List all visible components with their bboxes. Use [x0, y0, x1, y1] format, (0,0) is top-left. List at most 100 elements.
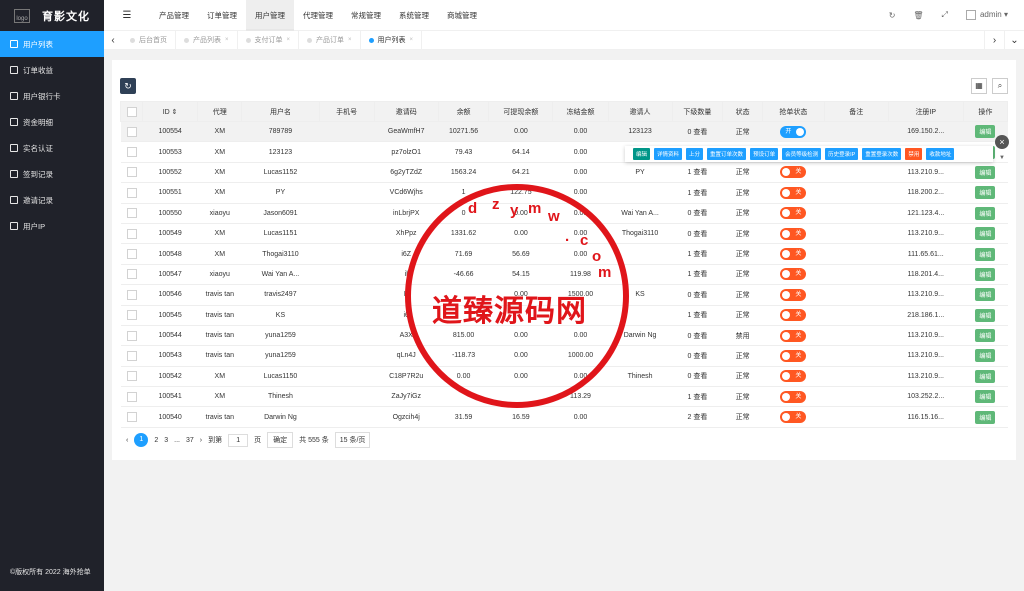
sidebar-item[interactable]: 邀请记录	[0, 187, 104, 213]
page-number[interactable]: ...	[174, 437, 180, 444]
edit-button[interactable]: 编辑	[975, 390, 996, 404]
page-number[interactable]: 3	[164, 437, 168, 444]
grab-order-toggle[interactable]: 关	[780, 166, 807, 179]
grab-order-toggle[interactable]: 关	[780, 370, 807, 383]
row-action-button[interactable]: 收款地址	[926, 148, 955, 160]
menu-toggle-icon[interactable]: ☰	[104, 10, 150, 21]
edit-button[interactable]: 编辑	[975, 186, 996, 200]
tab-item[interactable]: 用户列表 ×	[361, 30, 423, 50]
prev-page-icon[interactable]: ‹	[126, 437, 128, 444]
tab-close-icon[interactable]: ×	[225, 37, 229, 43]
row-action-button[interactable]: 重置订单次数	[707, 148, 747, 160]
grab-order-toggle[interactable]: 关	[780, 309, 807, 322]
cell-text[interactable]: 0 查看	[688, 231, 708, 238]
cell-text[interactable]: 0 查看	[688, 210, 708, 217]
grab-order-toggle[interactable]: 关	[780, 227, 807, 240]
top-nav-item[interactable]: 常规管理	[342, 0, 390, 31]
fullscreen-icon[interactable]: ⤢	[942, 10, 948, 20]
row-action-button[interactable]: 详情资料	[654, 148, 683, 160]
sidebar-item[interactable]: 资金明细	[0, 109, 104, 135]
sidebar-item[interactable]: 用户IP	[0, 213, 104, 239]
tab-close-icon[interactable]: ×	[410, 37, 414, 43]
sort-icon[interactable]: ⇕	[170, 109, 178, 116]
row-action-button[interactable]: 上分	[686, 148, 704, 160]
sidebar-item[interactable]: 实名认证	[0, 135, 104, 161]
grab-order-toggle[interactable]: 关	[780, 390, 807, 403]
edit-button[interactable]: 编辑	[975, 329, 996, 343]
cell-text[interactable]: 1 查看	[688, 190, 708, 197]
sidebar-item[interactable]: 签到记录	[0, 161, 104, 187]
search-icon[interactable]: ⌕	[992, 78, 1008, 94]
sidebar-item[interactable]: 订单收益	[0, 57, 104, 83]
tab-item[interactable]: 后台首页	[122, 30, 176, 50]
cell-text[interactable]: 1 查看	[688, 169, 708, 176]
cell-text[interactable]: 1 查看	[688, 394, 708, 401]
sidebar-item[interactable]: 用户列表	[0, 31, 104, 57]
tab-item[interactable]: 产品列表 ×	[176, 30, 238, 50]
row-action-button[interactable]: 重置登录次数	[862, 148, 902, 160]
goto-input[interactable]: 1	[228, 433, 249, 447]
edit-button[interactable]: 编辑	[975, 369, 996, 383]
grab-order-toggle[interactable]: 关	[780, 248, 807, 261]
user-menu[interactable]: admin ▾	[965, 10, 1008, 20]
row-checkbox[interactable]	[126, 228, 137, 239]
sidebar-item[interactable]: 用户银行卡	[0, 83, 104, 109]
tab-close-icon[interactable]: ×	[348, 37, 352, 43]
row-checkbox[interactable]	[126, 126, 137, 137]
row-checkbox[interactable]	[126, 412, 137, 423]
cell-text[interactable]: 1 查看	[688, 271, 708, 278]
edit-button[interactable]: 编辑	[975, 267, 996, 281]
cell-text[interactable]: 0 查看	[688, 333, 708, 340]
refresh-icon[interactable]: ↻	[120, 78, 136, 94]
tab-close-icon[interactable]: ×	[287, 37, 291, 43]
cell-text[interactable]: 1 查看	[688, 251, 708, 258]
page-number[interactable]: 1	[134, 433, 149, 447]
top-nav-item[interactable]: 商城管理	[438, 0, 486, 31]
next-page-icon[interactable]: ›	[200, 437, 202, 444]
edit-button[interactable]: 编辑	[975, 308, 996, 322]
row-checkbox[interactable]	[126, 391, 137, 402]
edit-button[interactable]: 编辑	[975, 349, 996, 363]
per-page-select[interactable]: 15 条/页	[334, 432, 371, 448]
tab-item[interactable]: 产品订单 ×	[299, 30, 361, 50]
edit-button[interactable]: 编辑	[975, 410, 996, 424]
row-action-button[interactable]: 预设订单	[750, 148, 779, 160]
tab-item[interactable]: 支付订单 ×	[238, 30, 300, 50]
close-icon[interactable]: ×	[995, 135, 1009, 149]
confirm-button[interactable]: 确定	[267, 432, 294, 448]
grab-order-toggle[interactable]: 关	[780, 268, 807, 281]
page-number[interactable]: 37	[186, 437, 194, 444]
row-checkbox[interactable]	[126, 310, 137, 321]
page-number[interactable]: 2	[154, 437, 158, 444]
row-checkbox[interactable]	[126, 208, 137, 219]
top-nav-item[interactable]: 用户管理	[246, 0, 294, 31]
refresh-page-icon[interactable]: ↻	[889, 11, 896, 20]
row-checkbox[interactable]	[126, 350, 137, 361]
tabs-menu-icon[interactable]: ⌄	[1004, 30, 1024, 50]
cell-text[interactable]: 0 查看	[688, 292, 708, 299]
grab-order-toggle[interactable]: 关	[780, 411, 807, 424]
row-checkbox[interactable]	[126, 147, 137, 158]
cell-text[interactable]: 2 查看	[688, 414, 708, 421]
row-checkbox[interactable]	[126, 187, 137, 198]
row-action-button[interactable]: 会员等级检测	[782, 148, 822, 160]
grab-order-toggle[interactable]: 关	[780, 288, 807, 301]
clear-cache-icon[interactable]: 🗑	[913, 11, 923, 20]
grab-order-toggle[interactable]: 关	[780, 207, 807, 220]
edit-button[interactable]: 编辑	[975, 247, 996, 261]
cell-text[interactable]: 0 查看	[688, 373, 708, 380]
edit-button[interactable]: 编辑	[975, 125, 996, 139]
grab-order-toggle[interactable]: 关	[780, 329, 807, 342]
grab-order-toggle[interactable]: 开	[780, 125, 807, 138]
row-action-button[interactable]: 历史登录IP	[825, 148, 859, 160]
top-nav-item[interactable]: 订单管理	[198, 0, 246, 31]
top-nav-item[interactable]: 代理管理	[294, 0, 342, 31]
scroll-down-icon[interactable]: ▼	[999, 155, 1005, 161]
grab-order-toggle[interactable]: 关	[780, 349, 807, 362]
tabs-prev-icon[interactable]: ‹	[104, 35, 122, 46]
edit-button[interactable]: 编辑	[975, 288, 996, 302]
cell-text[interactable]: 0 查看	[688, 353, 708, 360]
row-checkbox[interactable]	[126, 289, 137, 300]
edit-button[interactable]: 编辑	[975, 165, 996, 179]
grab-order-toggle[interactable]: 关	[780, 186, 807, 199]
